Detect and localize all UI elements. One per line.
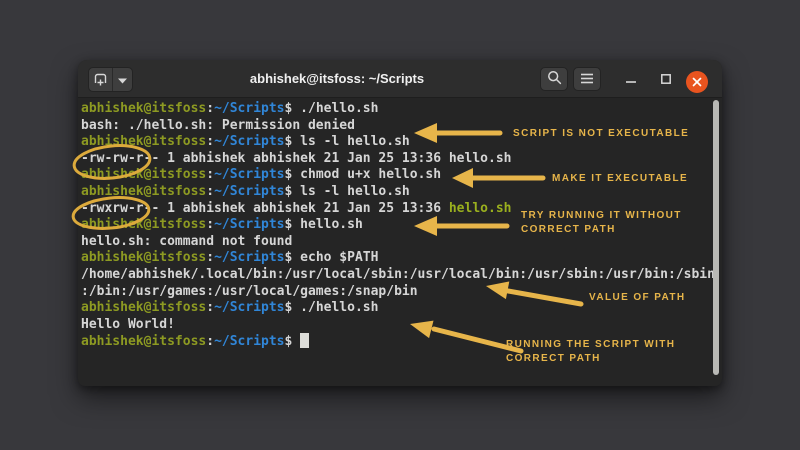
- terminal-text-segment: abhishek@itsfoss: [81, 217, 206, 232]
- hamburger-menu-icon: [580, 72, 594, 87]
- close-icon: [692, 75, 702, 90]
- chevron-down-icon: [118, 72, 127, 87]
- terminal-text-segment: ~/Scripts: [214, 300, 284, 315]
- terminal-text-segment: $ ls -l hello.sh: [285, 134, 410, 149]
- terminal-text-segment: :: [206, 101, 214, 116]
- terminal-text-segment: ~/Scripts: [214, 250, 284, 265]
- terminal-text-segment: -rw-rw-r-- 1 abhishek abhishek 21 Jan 25…: [81, 151, 511, 166]
- terminal-line: -rw-rw-r-- 1 abhishek abhishek 21 Jan 25…: [81, 151, 722, 168]
- search-button[interactable]: [540, 67, 568, 91]
- terminal-cursor: [300, 333, 309, 348]
- terminal-text-segment: :: [206, 167, 214, 182]
- terminal-text-segment: $ echo $PATH: [285, 250, 379, 265]
- terminal-text-segment: abhishek@itsfoss: [81, 167, 206, 182]
- new-tab-icon: [93, 71, 108, 89]
- terminal-text-segment: /home/abhishek/.local/bin:/usr/local/sbi…: [81, 267, 715, 282]
- maximize-icon: [660, 73, 672, 88]
- terminal-text-segment: :: [206, 184, 214, 199]
- terminal-text-segment: ~/Scripts: [214, 101, 284, 116]
- terminal-text-segment: ~/Scripts: [214, 184, 284, 199]
- terminal-text-segment: $ ./hello.sh: [285, 300, 379, 315]
- maximize-button[interactable]: [654, 68, 678, 92]
- annotation-label: RUNNING THE SCRIPT WITH CORRECT PATH: [506, 338, 675, 365]
- terminal-text-segment: $ ls -l hello.sh: [285, 184, 410, 199]
- annotation-label: MAKE IT EXECUTABLE: [552, 172, 688, 186]
- terminal-line: abhishek@itsfoss:~/Scripts$ ./hello.sh: [81, 101, 722, 118]
- tab-button-group: [88, 67, 133, 92]
- terminal-text-segment: ~/Scripts: [214, 217, 284, 232]
- terminal-text-segment: abhishek@itsfoss: [81, 300, 206, 315]
- search-icon: [547, 70, 562, 88]
- terminal-line: abhishek@itsfoss:~/Scripts$ echo $PATH: [81, 250, 722, 267]
- terminal-text-segment: :: [206, 250, 214, 265]
- terminal-text-segment: abhishek@itsfoss: [81, 250, 206, 265]
- terminal-text-segment: abhishek@itsfoss: [81, 134, 206, 149]
- terminal-text-segment: ~/Scripts: [214, 134, 284, 149]
- annotation-label: TRY RUNNING IT WITHOUT CORRECT PATH: [521, 209, 682, 236]
- close-button[interactable]: [686, 71, 708, 93]
- terminal-line: /home/abhishek/.local/bin:/usr/local/sbi…: [81, 267, 722, 284]
- terminal-text-segment: abhishek@itsfoss: [81, 184, 206, 199]
- terminal-line: hello.sh: command not found: [81, 234, 722, 251]
- terminal-text-segment: :: [206, 300, 214, 315]
- minimize-button[interactable]: [619, 68, 643, 92]
- terminal-line: abhishek@itsfoss:~/Scripts$ ls -l hello.…: [81, 184, 722, 201]
- desktop-background: abhishek@itsfoss: ~/Scripts: [0, 0, 800, 450]
- terminal-text-segment: abhishek@itsfoss: [81, 101, 206, 116]
- terminal-text-segment: :: [206, 134, 214, 149]
- terminal-text-segment: $: [285, 334, 301, 349]
- terminal-text-segment: :: [206, 217, 214, 232]
- menu-button[interactable]: [573, 67, 601, 91]
- terminal-text-segment: :: [206, 334, 214, 349]
- terminal-text-segment: Hello World!: [81, 317, 175, 332]
- terminal-text-segment: -rwxrw-r-- 1 abhishek abhishek 21 Jan 25…: [81, 201, 449, 216]
- annotation-label: VALUE OF PATH: [589, 291, 686, 305]
- terminal-text-segment: $ hello.sh: [285, 217, 363, 232]
- new-tab-button[interactable]: [89, 68, 112, 91]
- minimize-icon: [625, 73, 637, 88]
- terminal-text-segment: abhishek@itsfoss: [81, 334, 206, 349]
- terminal-text-segment: ~/Scripts: [214, 167, 284, 182]
- scrollbar[interactable]: [713, 100, 719, 375]
- terminal-text-segment: $ ./hello.sh: [285, 101, 379, 116]
- terminal-text-segment: $ chmod u+x hello.sh: [285, 167, 442, 182]
- window-title: abhishek@itsfoss: ~/Scripts: [134, 60, 540, 97]
- tab-chooser-button[interactable]: [112, 68, 132, 91]
- titlebar[interactable]: abhishek@itsfoss: ~/Scripts: [78, 60, 722, 98]
- annotation-label: SCRIPT IS NOT EXECUTABLE: [513, 127, 689, 141]
- terminal-line: Hello World!: [81, 317, 722, 334]
- terminal-text-segment: ~/Scripts: [214, 334, 284, 349]
- terminal-text-segment: bash: ./hello.sh: Permission denied: [81, 118, 355, 133]
- terminal-text-segment: hello.sh: command not found: [81, 234, 292, 249]
- terminal-text-segment: hello.sh: [449, 201, 512, 216]
- terminal-text-segment: :/bin:/usr/games:/usr/local/games:/snap/…: [81, 284, 418, 299]
